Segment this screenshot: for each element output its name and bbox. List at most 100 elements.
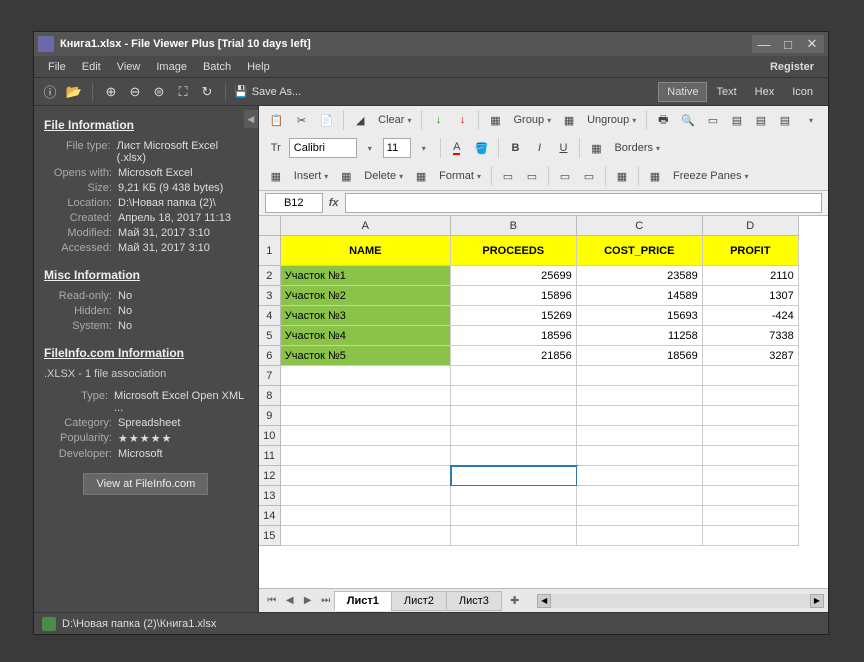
paste-icon[interactable]: 📋 — [265, 109, 289, 131]
tab-next-icon[interactable]: ▶ — [299, 592, 317, 610]
row-header[interactable]: 11 — [259, 446, 281, 466]
cell[interactable] — [451, 486, 577, 506]
cell[interactable] — [577, 526, 703, 546]
scroll-left-icon[interactable]: ◀ — [537, 594, 551, 608]
sheet-tab-2[interactable]: Лист2 — [391, 591, 447, 611]
wrap-icon[interactable]: ▭ — [578, 165, 600, 187]
freeze-icon[interactable]: ▦ — [644, 165, 666, 187]
row-header[interactable]: 15 — [259, 526, 281, 546]
fullscreen-icon[interactable]: ⛶ — [173, 82, 193, 102]
cell[interactable] — [577, 506, 703, 526]
group-button[interactable]: Group▾ — [508, 109, 556, 131]
font-dropdown-icon[interactable]: ▾ — [359, 137, 381, 159]
bold-icon[interactable]: B — [504, 137, 526, 159]
font-size-select[interactable]: 11 — [383, 138, 411, 158]
ribbon-expand-icon[interactable]: ▾ — [800, 109, 822, 131]
cell[interactable]: 2110 — [703, 266, 799, 286]
row-header[interactable]: 5 — [259, 326, 281, 346]
row-header[interactable]: 14 — [259, 506, 281, 526]
cell[interactable]: Участок №1 — [281, 266, 451, 286]
cell[interactable] — [281, 446, 451, 466]
italic-icon[interactable]: I — [528, 137, 550, 159]
row-header[interactable]: 10 — [259, 426, 281, 446]
merge-icon[interactable]: ▭ — [554, 165, 576, 187]
cell[interactable] — [703, 366, 799, 386]
cell[interactable]: 3287 — [703, 346, 799, 366]
cell[interactable]: COST_PRICE — [577, 236, 703, 266]
col-header-a[interactable]: A — [281, 216, 451, 236]
cell[interactable] — [451, 506, 577, 526]
menu-edit[interactable]: Edit — [74, 58, 109, 76]
cell[interactable] — [281, 406, 451, 426]
cell[interactable] — [577, 406, 703, 426]
row-header[interactable]: 9 — [259, 406, 281, 426]
style2-icon[interactable]: ▭ — [521, 165, 543, 187]
maximize-button[interactable]: □ — [776, 35, 800, 53]
save-as-button[interactable]: 💾 Save As... — [234, 85, 301, 98]
cell[interactable] — [577, 466, 703, 486]
view-at-fileinfo-button[interactable]: View at FileInfo.com — [83, 473, 208, 495]
font-color-icon[interactable]: A — [446, 137, 468, 159]
cell[interactable] — [703, 526, 799, 546]
cell[interactable] — [703, 486, 799, 506]
tab-last-icon[interactable]: ⏭ — [317, 592, 335, 610]
cell[interactable] — [281, 366, 451, 386]
cell[interactable]: 15896 — [451, 286, 577, 306]
sheet-tab-1[interactable]: Лист1 — [334, 591, 392, 611]
register-button[interactable]: Register — [762, 58, 822, 76]
cut-icon[interactable]: ✂ — [290, 109, 312, 131]
row-header[interactable]: 1 — [259, 236, 281, 266]
cell[interactable] — [577, 446, 703, 466]
cell[interactable]: Участок №3 — [281, 306, 451, 326]
cell[interactable]: -424 — [703, 306, 799, 326]
menu-batch[interactable]: Batch — [195, 58, 239, 76]
zoom-out-icon[interactable]: ⊖ — [125, 82, 145, 102]
insert-button[interactable]: Insert▾ — [289, 165, 334, 187]
format-icon[interactable]: ▦ — [410, 165, 432, 187]
cell[interactable]: 11258 — [577, 326, 703, 346]
copy-icon[interactable]: 📄 — [314, 109, 338, 131]
cell[interactable] — [577, 386, 703, 406]
cell[interactable]: 21856 — [451, 346, 577, 366]
cell[interactable]: Участок №4 — [281, 326, 451, 346]
row-header[interactable]: 4 — [259, 306, 281, 326]
cell[interactable] — [703, 446, 799, 466]
cell[interactable]: 18569 — [577, 346, 703, 366]
row-header[interactable]: 13 — [259, 486, 281, 506]
freeze-panes-button[interactable]: Freeze Panes▾ — [668, 165, 754, 187]
scroll-right-icon[interactable]: ▶ — [810, 594, 824, 608]
font-picker-icon[interactable]: Tr — [265, 137, 287, 159]
cell[interactable]: PROFIT — [703, 236, 799, 266]
style1-icon[interactable]: ▭ — [497, 165, 519, 187]
cell[interactable] — [451, 386, 577, 406]
cell[interactable] — [451, 526, 577, 546]
cell[interactable] — [281, 506, 451, 526]
delete-icon[interactable]: ▦ — [335, 165, 357, 187]
page-setup-icon[interactable]: ▭ — [702, 109, 724, 131]
cell[interactable]: 15693 — [577, 306, 703, 326]
underline-icon[interactable]: U — [552, 137, 574, 159]
font-name-select[interactable]: Calibri — [289, 138, 357, 158]
row-header[interactable]: 7 — [259, 366, 281, 386]
format-button[interactable]: Format▾ — [434, 165, 486, 187]
row-header[interactable]: 2 — [259, 266, 281, 286]
cell[interactable] — [577, 366, 703, 386]
preview-icon[interactable]: 🔍 — [676, 109, 700, 131]
sheet-tab-3[interactable]: Лист3 — [446, 591, 502, 611]
menu-view[interactable]: View — [109, 58, 149, 76]
cell-reference-box[interactable]: B12 — [265, 193, 323, 213]
cell[interactable]: Участок №2 — [281, 286, 451, 306]
header-icon[interactable]: ▤ — [750, 109, 772, 131]
cell[interactable]: 14589 — [577, 286, 703, 306]
cell[interactable]: 15269 — [451, 306, 577, 326]
cell[interactable] — [703, 406, 799, 426]
row-header[interactable]: 6 — [259, 346, 281, 366]
cell[interactable] — [451, 426, 577, 446]
refresh-icon[interactable]: ↻ — [197, 82, 217, 102]
minimize-button[interactable]: — — [752, 35, 776, 53]
footer-icon[interactable]: ▤ — [774, 109, 796, 131]
viewmode-text[interactable]: Text — [707, 82, 745, 102]
cell[interactable]: Участок №5 — [281, 346, 451, 366]
close-button[interactable]: ✕ — [800, 35, 824, 53]
cell[interactable]: 25699 — [451, 266, 577, 286]
